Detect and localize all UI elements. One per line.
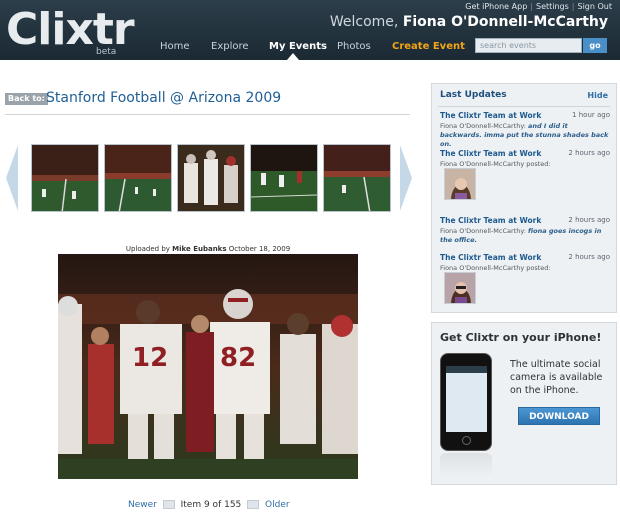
hide-updates-link[interactable]: Hide [587, 91, 608, 100]
update-author[interactable]: Fiona O'Donnell-McCarthy posted: [440, 264, 551, 272]
promo-text: The ultimate social camera is available … [510, 359, 603, 396]
get-iphone-app-link[interactable]: Get iPhone App [465, 2, 527, 11]
update-author[interactable]: Fiona O'Donnell-McCarthy posted: [440, 160, 551, 168]
back-to-button[interactable]: Back to: [5, 93, 48, 105]
nav-photos[interactable]: Photos [337, 41, 371, 52]
phone-screen [446, 366, 487, 432]
divider [5, 114, 410, 115]
carousel-thumbnail[interactable] [104, 144, 172, 212]
uploaded-by-label: Uploaded by [125, 245, 170, 253]
svg-text:82: 82 [220, 343, 256, 373]
search-go-button[interactable]: go [583, 38, 607, 53]
phone-reflection [440, 453, 492, 477]
welcome-prefix: Welcome, [329, 14, 399, 30]
phone-app-bar [446, 366, 487, 373]
newer-link[interactable]: Newer [128, 500, 157, 510]
phone-home-button-icon [462, 436, 471, 445]
carousel-thumbnail[interactable] [250, 144, 318, 212]
divider [438, 106, 610, 107]
older-link[interactable]: Older [265, 500, 290, 510]
nav-my-events[interactable]: My Events [269, 41, 327, 52]
update-author[interactable]: Fiona O'Donnell-McCarthy: [440, 227, 526, 235]
last-updates-panel: Last Updates Hide The Clixtr Team at Wor… [431, 83, 617, 313]
carousel-thumbnail[interactable] [177, 144, 245, 212]
separator: | [571, 2, 575, 11]
carousel-next-arrow-icon[interactable] [398, 145, 414, 211]
download-button[interactable]: DOWNLOAD [518, 407, 600, 425]
user-name[interactable]: Fiona O'Donnell-McCarthy [403, 14, 608, 30]
iphone-promo-panel: Get Clixtr on your iPhone! The ultimate … [431, 322, 617, 485]
updates-title: Last Updates [440, 90, 507, 100]
uploader-name-link[interactable]: Mike Eubanks [172, 245, 226, 253]
update-time: 2 hours ago [568, 149, 610, 157]
carousel-thumbnail[interactable] [31, 144, 99, 212]
upload-date: October 18, 2009 [228, 245, 291, 253]
update-photo-thumbnail[interactable] [444, 272, 476, 304]
updates-header: Last Updates Hide [432, 84, 616, 106]
nav-create-event[interactable]: Create Event [392, 41, 465, 52]
active-nav-indicator [287, 53, 299, 60]
nav-explore[interactable]: Explore [211, 41, 249, 52]
photo-pager: Newer Item 9 of 155 Older [128, 500, 290, 510]
main-photo[interactable]: 12 82 [58, 254, 358, 479]
older-arrow-icon[interactable] [247, 500, 260, 509]
update-text: Fiona O'Donnell-McCarthy: fiona goes inc… [440, 227, 610, 245]
beta-label: beta [96, 47, 117, 57]
nav-home[interactable]: Home [160, 41, 190, 52]
welcome-message: Welcome, Fiona O'Donnell-McCarthy [330, 14, 608, 30]
item-counter: Item 9 of 155 [180, 500, 242, 510]
update-text: Fiona O'Donnell-McCarthy: and I did it b… [440, 122, 610, 149]
promo-title: Get Clixtr on your iPhone! [440, 331, 602, 344]
update-time: 2 hours ago [568, 216, 610, 224]
update-author[interactable]: Fiona O'Donnell-McCarthy: [440, 122, 526, 130]
top-links: Get iPhone App | Settings | Sign Out [465, 2, 612, 11]
carousel-prev-arrow-icon[interactable] [4, 145, 20, 211]
update-photo-thumbnail[interactable] [444, 168, 476, 200]
iphone-image [440, 353, 492, 451]
event-title-link[interactable]: Stanford Football @ Arizona 2009 [46, 90, 281, 106]
carousel-thumbnail[interactable] [323, 144, 391, 212]
sign-out-link[interactable]: Sign Out [578, 2, 613, 11]
update-item: The Clixtr Team at Work 2 hours ago Fion… [440, 216, 610, 245]
newer-arrow-icon[interactable] [162, 500, 175, 509]
update-time: 2 hours ago [568, 253, 610, 261]
separator: | [530, 2, 533, 11]
site-header: Clixtr beta Get iPhone App | Settings | Sign… [0, 0, 620, 60]
search-input[interactable]: search events [475, 38, 582, 53]
update-item: The Clixtr Team at Work 1 hour ago Fiona… [440, 111, 610, 149]
upload-info: Uploaded by Mike Eubanks October 18, 200… [58, 245, 358, 253]
svg-text:12: 12 [132, 343, 168, 373]
update-item: The Clixtr Team at Work 2 hours ago Fion… [440, 149, 610, 169]
settings-link[interactable]: Settings [536, 2, 569, 11]
update-item: The Clixtr Team at Work 2 hours ago Fion… [440, 253, 610, 273]
update-time: 1 hour ago [572, 111, 610, 119]
